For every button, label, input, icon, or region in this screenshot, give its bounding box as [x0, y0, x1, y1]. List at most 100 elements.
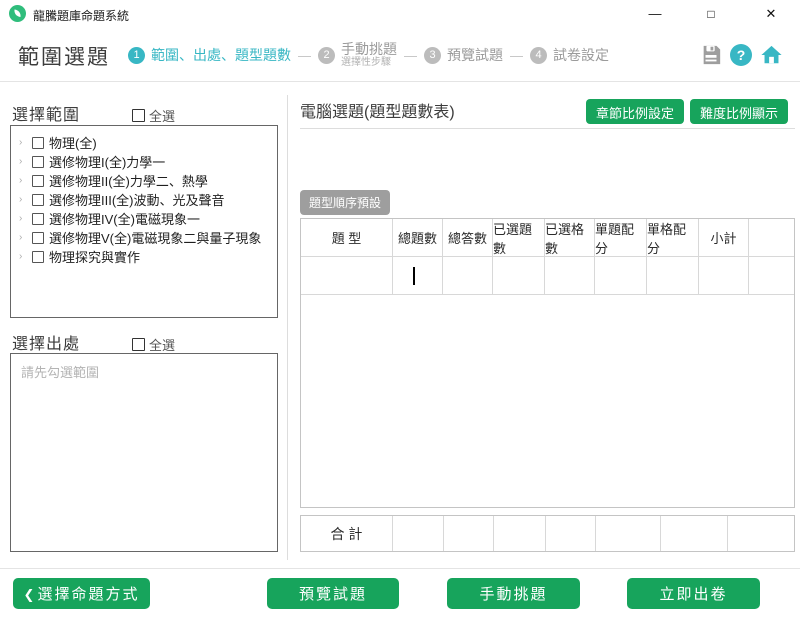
help-icon[interactable]: ? — [730, 44, 752, 66]
step-separator: — — [298, 48, 311, 63]
tree-item-label: 物理探究與實作 — [49, 247, 140, 266]
window-title: 龍騰題庫命題系統 — [33, 7, 129, 24]
range-tree: › 物理(全) › 選修物理I(全)力學一 › 選修物理II(全)力學二、熱學 … — [11, 126, 277, 273]
source-select-all-label: 全選 — [149, 335, 175, 354]
table-empty-row — [301, 257, 794, 295]
generate-paper-button[interactable]: 立即出卷 — [627, 578, 760, 609]
tree-item-label: 選修物理II(全)力學二、熱學 — [49, 171, 208, 190]
minimize-button[interactable]: — — [632, 0, 678, 28]
step-1-number: 1 — [128, 47, 145, 64]
tree-item-physics-all[interactable]: › 物理(全) — [15, 133, 273, 152]
source-section-title: 選擇出處 — [12, 330, 80, 354]
step-2-label: 手動挑題 — [341, 41, 397, 57]
back-to-method-button[interactable]: ❮選擇命題方式 — [13, 578, 150, 609]
total-cell — [393, 516, 444, 551]
expand-chevron-icon[interactable]: › — [19, 232, 27, 243]
expand-chevron-icon[interactable]: › — [19, 156, 27, 167]
cell-type[interactable] — [301, 257, 393, 295]
tree-item-elective-1[interactable]: › 選修物理I(全)力學一 — [15, 152, 273, 171]
total-cell — [444, 516, 494, 551]
table-header-row: 題 型 總題數 總答數 已選題數 已選格數 單題配分 單格配分 小計 — [301, 219, 794, 257]
step-3-number: 3 — [424, 47, 441, 64]
cell-spacer — [749, 257, 794, 295]
tree-item-inquiry-practice[interactable]: › 物理探究與實作 — [15, 247, 273, 266]
preview-questions-button[interactable]: 預覽試題 — [267, 578, 399, 609]
save-icon[interactable] — [700, 44, 722, 66]
source-placeholder-text: 請先勾選範圍 — [11, 354, 277, 389]
tree-item-checkbox[interactable] — [32, 232, 44, 244]
cell-score-per-q[interactable] — [595, 257, 647, 295]
back-button-label: 選擇命題方式 — [37, 586, 139, 603]
step-3-label: 預覽試題 — [447, 45, 503, 65]
difficulty-ratio-button[interactable]: 難度比例顯示 — [690, 99, 788, 124]
expand-chevron-icon[interactable]: › — [19, 175, 27, 186]
cell-selected-g[interactable] — [545, 257, 595, 295]
col-header-total-a: 總答數 — [443, 219, 493, 257]
expand-chevron-icon[interactable]: › — [19, 137, 27, 148]
footer-divider — [0, 568, 800, 569]
cell-selected-q[interactable] — [493, 257, 545, 295]
tree-item-elective-4[interactable]: › 選修物理IV(全)電磁現象一 — [15, 209, 273, 228]
tree-item-elective-3[interactable]: › 選修物理III(全)波動、光及聲音 — [15, 190, 273, 209]
cell-subtotal[interactable] — [699, 257, 749, 295]
tree-item-checkbox[interactable] — [32, 251, 44, 263]
step-separator: — — [404, 48, 417, 63]
tree-item-elective-5[interactable]: › 選修物理V(全)電磁現象二與量子現象 — [15, 228, 273, 247]
col-header-score-per-q: 單題配分 — [595, 219, 647, 257]
cell-score-per-g[interactable] — [647, 257, 699, 295]
close-button[interactable]: ✕ — [748, 0, 794, 28]
expand-chevron-icon[interactable]: › — [19, 213, 27, 224]
tree-item-checkbox[interactable] — [32, 194, 44, 206]
app-logo-icon — [9, 5, 26, 22]
step-1-label: 範圍、出處、題型題數 — [151, 45, 291, 65]
col-header-type: 題 型 — [301, 219, 393, 257]
maximize-button[interactable]: □ — [688, 0, 734, 28]
tree-item-checkbox[interactable] — [32, 175, 44, 187]
tree-item-checkbox[interactable] — [32, 156, 44, 168]
source-section-header: 選擇出處 全選 — [12, 330, 267, 354]
manual-pick-button[interactable]: 手動挑題 — [447, 578, 580, 609]
step-2-sublabel: 選擇性步驟 — [341, 57, 397, 69]
question-order-badge: 題型順序預設 — [300, 190, 390, 215]
total-cell — [546, 516, 596, 551]
cell-total-q[interactable] — [393, 257, 443, 295]
col-header-spacer — [749, 219, 794, 257]
col-header-selected-q: 已選題數 — [493, 219, 545, 257]
total-label: 合 計 — [301, 516, 393, 551]
page-title: 範圍選題 — [18, 41, 110, 71]
home-icon[interactable] — [760, 44, 783, 66]
step-4-paper-settings[interactable]: 4 試卷設定 — [530, 45, 609, 65]
app-header: 範圍選題 1 範圍、出處、題型題數 — 2 手動挑題 選擇性步驟 — 3 預覽試… — [0, 28, 800, 82]
panel-divider — [287, 95, 288, 560]
step-wizard: 1 範圍、出處、題型題數 — 2 手動挑題 選擇性步驟 — 3 預覽試題 — 4… — [128, 28, 609, 82]
expand-chevron-icon[interactable]: › — [19, 251, 27, 262]
step-separator: — — [510, 48, 523, 63]
tree-item-checkbox[interactable] — [32, 213, 44, 225]
tree-item-label: 選修物理III(全)波動、光及聲音 — [49, 190, 225, 209]
back-chevron-icon: ❮ — [24, 587, 35, 602]
tree-item-label: 選修物理V(全)電磁現象二與量子現象 — [49, 228, 261, 247]
tree-item-checkbox[interactable] — [32, 137, 44, 149]
total-cell — [728, 516, 794, 551]
expand-chevron-icon[interactable]: › — [19, 194, 27, 205]
section-underline — [300, 128, 795, 129]
col-header-selected-g: 已選格數 — [545, 219, 595, 257]
step-3-preview[interactable]: 3 預覽試題 — [424, 45, 503, 65]
question-type-table: 題 型 總題數 總答數 已選題數 已選格數 單題配分 單格配分 小計 — [300, 218, 795, 508]
cell-total-a[interactable] — [443, 257, 493, 295]
window-titlebar: 龍騰題庫命題系統 — □ ✕ — [0, 0, 800, 28]
step-2-manual-pick[interactable]: 2 手動挑題 選擇性步驟 — [318, 41, 397, 69]
source-select-all[interactable]: 全選 — [132, 335, 175, 354]
col-header-total-q: 總題數 — [393, 219, 443, 257]
chapter-ratio-button[interactable]: 章節比例設定 — [586, 99, 684, 124]
step-4-number: 4 — [530, 47, 547, 64]
range-tree-box: › 物理(全) › 選修物理I(全)力學一 › 選修物理II(全)力學二、熱學 … — [10, 125, 278, 318]
tree-item-elective-2[interactable]: › 選修物理II(全)力學二、熱學 — [15, 171, 273, 190]
help-glyph: ? — [737, 47, 746, 63]
total-cell — [494, 516, 546, 551]
source-select-all-checkbox[interactable] — [132, 338, 145, 351]
col-header-score-per-g: 單格配分 — [647, 219, 699, 257]
step-1-range[interactable]: 1 範圍、出處、題型題數 — [128, 45, 291, 65]
source-list-box: 請先勾選範圍 — [10, 353, 278, 552]
col-header-subtotal: 小計 — [699, 219, 749, 257]
